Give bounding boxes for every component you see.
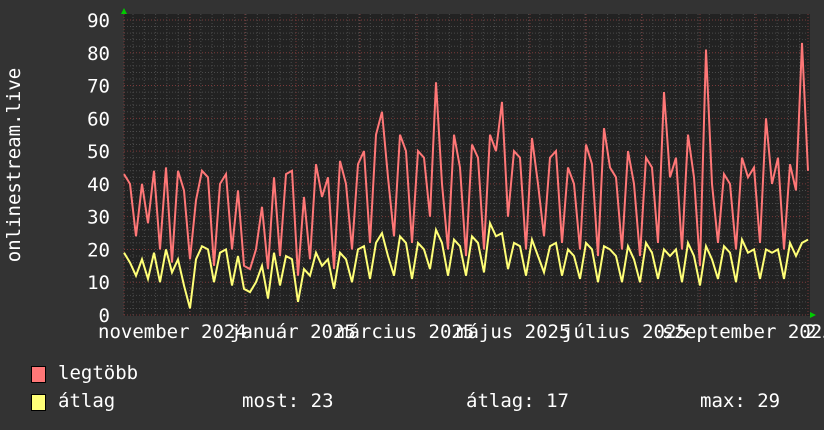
legend-swatch-max (31, 366, 46, 383)
y-axis-arrow-icon (121, 8, 127, 14)
x-tick-label: november 2024 (98, 321, 247, 343)
y-tick-label: 80 (87, 43, 110, 65)
legend-swatch-avg (31, 394, 46, 411)
y-tick-label: 10 (87, 272, 110, 294)
stat-max: max: 29 (700, 390, 781, 412)
y-tick-label: 40 (87, 174, 110, 196)
stat-average: átlag: 17 (466, 390, 569, 412)
y-tick-label: 20 (87, 239, 110, 261)
y-tick-label: 70 (87, 76, 110, 98)
x-tick-label: március 2025 (337, 321, 474, 343)
x-tick-label: május 2025 (456, 321, 570, 343)
y-tick-label: 60 (87, 108, 110, 130)
y-tick-label: 90 (87, 10, 110, 32)
x-tick-label: 2 (805, 321, 816, 343)
y-tick-label: 30 (87, 207, 110, 229)
y-axis: 0102030405060708090 (87, 10, 110, 327)
x-axis-arrow-icon (810, 312, 816, 318)
x-axis: november 2024január 2025március 2025máju… (98, 321, 824, 343)
stat-now: most: 23 (242, 390, 334, 412)
legend-label-max: legtöbb (58, 362, 139, 384)
y-axis-label: onlinestream.live (3, 68, 25, 262)
x-tick-label: szeptember 2025 (662, 321, 824, 343)
legend-label-avg: átlag (58, 390, 116, 412)
y-tick-label: 50 (87, 141, 110, 163)
chart: 0102030405060708090 november 2024január … (3, 8, 824, 343)
